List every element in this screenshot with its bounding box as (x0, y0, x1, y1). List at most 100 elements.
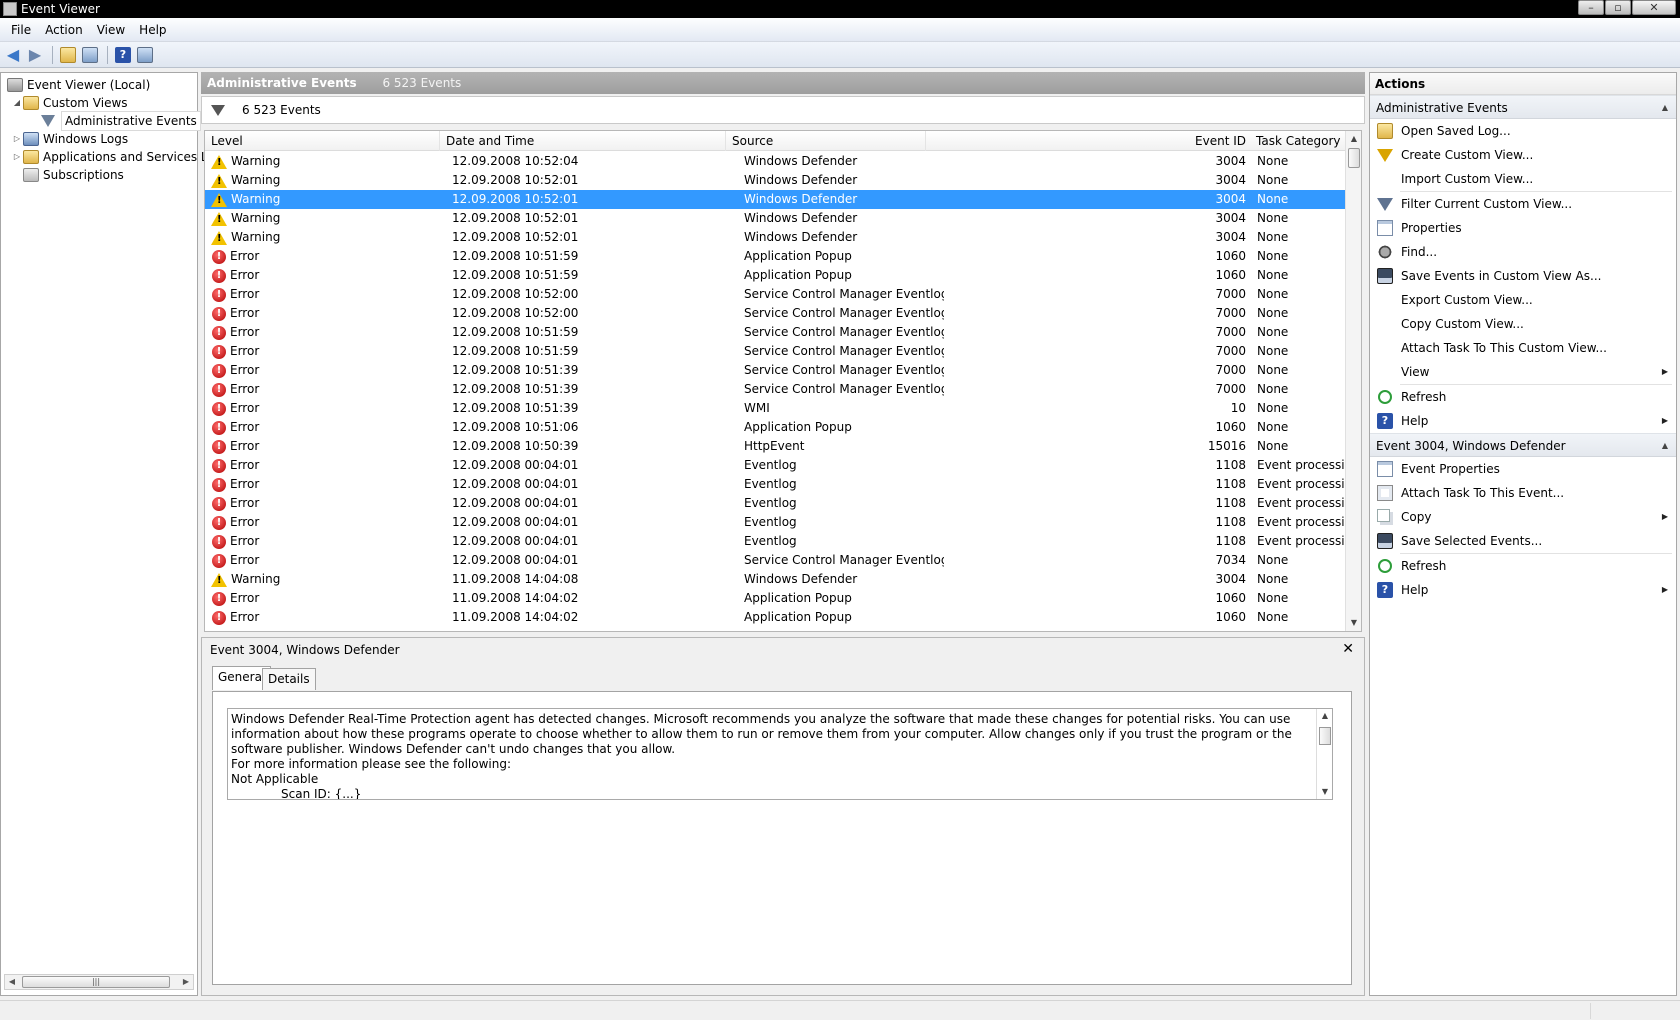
table-row[interactable]: ! Error 12.09.2008 10:50:39 HttpEvent 15016 N… (205, 437, 1346, 456)
tree-item-windows-logs[interactable]: ▷ Windows Logs (11, 130, 128, 148)
menu-action[interactable]: Action (38, 19, 90, 41)
column-header-task-category[interactable]: Task Category (1250, 131, 1346, 151)
action-attach-task-to-this-custom-view[interactable]: Attach Task To This Custom View... (1370, 336, 1676, 360)
table-row[interactable]: Warning 12.09.2008 10:52:01 Windows Defend… (205, 190, 1346, 209)
table-row[interactable]: ! Error 12.09.2008 10:51:39 WMI 10 None (205, 399, 1346, 418)
submenu-arrow-icon: ▶ (1661, 585, 1668, 594)
cell-date-time: 12.09.2008 10:51:59 (452, 268, 579, 282)
table-row[interactable]: ! Error 12.09.2008 00:04:01 Eventlog 1108 Eve… (205, 494, 1360, 513)
actions-section-event[interactable]: Event 3004, Windows Defender ▲ (1370, 433, 1676, 457)
table-row[interactable]: ! Error 12.09.2008 10:51:39 Service Control… (205, 361, 1346, 380)
table-row[interactable]: ! Error 12.09.2008 00:04:01 Service Control… (205, 551, 1346, 570)
table-row[interactable]: ! Error 12.09.2008 00:04:01 Eventlog 1108 Eve… (205, 456, 1360, 475)
action-export-custom-view[interactable]: Export Custom View... (1370, 288, 1676, 312)
expand-arrow-icon[interactable]: ▷ (11, 130, 23, 148)
tree-item-custom-views[interactable]: ◢ Custom Views (11, 94, 128, 112)
action-view[interactable]: View ▶ (1370, 360, 1676, 384)
column-header-source[interactable]: Source (726, 131, 926, 151)
action-copy-custom-view[interactable]: Copy Custom View... (1370, 312, 1676, 336)
scroll-up-icon[interactable]: ▲ (1317, 709, 1332, 723)
cell-date-time: 12.09.2008 10:52:00 (452, 287, 579, 301)
tree-item-administrative-events[interactable]: Administrative Events (41, 111, 201, 131)
column-header-date-time[interactable]: Date and Time (440, 131, 726, 151)
action-refresh[interactable]: Refresh (1370, 385, 1676, 409)
scrollbar-thumb[interactable] (1319, 727, 1331, 745)
tree-item-subscriptions[interactable]: Subscriptions (23, 166, 124, 184)
table-row[interactable]: ! Error 11.09.2008 14:04:02 Application Pop… (205, 608, 1346, 627)
save-icon (1377, 268, 1393, 284)
error-icon: ! (212, 496, 226, 511)
status-bar (0, 1000, 1680, 1020)
show-hide-action-pane-button[interactable] (135, 45, 155, 65)
tree-item-applications-and-services-logs[interactable]: ▷ Applications and Services Lo (11, 148, 215, 166)
help-button[interactable]: ? (113, 45, 133, 65)
expand-arrow-icon[interactable]: ▷ (11, 148, 23, 166)
tree-item-event-viewer-local[interactable]: Event Viewer (Local) (7, 76, 150, 94)
maximize-button[interactable]: ▫ (1605, 0, 1631, 15)
menu-help[interactable]: Help (132, 19, 173, 41)
description-scrollbar[interactable]: ▲ ▼ (1316, 709, 1332, 799)
action-help[interactable]: ? Help ▶ (1370, 578, 1676, 602)
table-row[interactable]: ! Error 12.09.2008 10:51:39 Service Control… (205, 380, 1346, 399)
action-filter-current-custom-view[interactable]: Filter Current Custom View... (1370, 192, 1676, 216)
event-description-box[interactable]: Windows Defender Real-Time Protection ag… (227, 708, 1333, 800)
scroll-down-icon[interactable]: ▼ (1317, 785, 1332, 799)
tree-horizontal-scrollbar[interactable]: ◀ ||| ▶ (4, 974, 194, 990)
table-row[interactable]: ! Error 12.09.2008 00:04:01 Eventlog 1108 Eve… (205, 532, 1360, 551)
action-open-saved-log[interactable]: Open Saved Log... (1370, 119, 1676, 143)
table-vertical-scrollbar[interactable]: ▲ ▼ (1345, 131, 1361, 631)
scrollbar-thumb[interactable] (1348, 148, 1360, 168)
collapse-section-icon[interactable]: ▲ (1662, 434, 1668, 458)
actions-section-administrative-events[interactable]: Administrative Events ▲ (1370, 95, 1676, 119)
collapse-section-icon[interactable]: ▲ (1662, 96, 1668, 120)
table-row[interactable]: ! Error 12.09.2008 10:51:59 Application Pop… (205, 247, 1346, 266)
cell-level: Warning (211, 228, 441, 247)
scroll-down-icon[interactable]: ▼ (1346, 615, 1361, 631)
table-row[interactable]: ! Error 12.09.2008 10:51:59 Service Control… (205, 323, 1346, 342)
action-save-events-in-custom-view-as[interactable]: Save Events in Custom View As... (1370, 264, 1676, 288)
action-copy[interactable]: Copy ▶ (1370, 505, 1676, 529)
table-row[interactable]: ! Error 11.09.2008 14:04:02 Application Pop… (205, 589, 1346, 608)
close-detail-button[interactable]: ✕ (1342, 641, 1354, 657)
back-button[interactable]: ◀ (3, 45, 23, 65)
action-event-properties[interactable]: Event Properties (1370, 457, 1676, 481)
menu-view[interactable]: View (90, 19, 132, 41)
cell-date-time: 12.09.2008 10:51:59 (452, 344, 579, 358)
table-row[interactable]: ! Error 12.09.2008 00:04:01 Eventlog 1108 Eve… (205, 513, 1360, 532)
forward-button[interactable]: ▶ (25, 45, 45, 65)
action-attach-task-to-this-event[interactable]: Attach Task To This Event... (1370, 481, 1676, 505)
table-row[interactable]: Warning 12.09.2008 10:52:01 Windows Defend… (205, 171, 1346, 190)
action-find[interactable]: Find... (1370, 240, 1676, 264)
scroll-left-icon[interactable]: ◀ (5, 975, 19, 989)
show-hide-console-tree-button[interactable] (80, 45, 100, 65)
table-row[interactable]: ! Error 12.09.2008 10:52:00 Service Control… (205, 304, 1346, 323)
scroll-right-icon[interactable]: ▶ (179, 975, 193, 989)
table-row[interactable]: ! Error 12.09.2008 10:52:00 Service Control… (205, 285, 1346, 304)
column-header-event-id[interactable]: Event ID (926, 131, 1250, 151)
action-properties[interactable]: Properties (1370, 216, 1676, 240)
table-row[interactable]: Warning 12.09.2008 10:52:04 Windows Defend… (205, 152, 1346, 171)
action-refresh[interactable]: Refresh (1370, 554, 1676, 578)
action-import-custom-view[interactable]: Import Custom View... (1370, 167, 1676, 191)
cell-event-id: 3004 (1215, 173, 1246, 187)
collapse-arrow-icon[interactable]: ◢ (11, 94, 23, 112)
tab-details[interactable]: Details (262, 668, 316, 690)
menu-file[interactable]: File (4, 19, 38, 41)
close-window-button[interactable]: ✕ (1632, 0, 1676, 15)
scrollbar-thumb[interactable]: ||| (22, 976, 170, 988)
cell-event-id: 1060 (1215, 591, 1246, 605)
table-row[interactable]: Warning 12.09.2008 10:52:01 Windows Defend… (205, 209, 1346, 228)
action-help[interactable]: ? Help ▶ (1370, 409, 1676, 433)
scroll-up-icon[interactable]: ▲ (1346, 131, 1361, 147)
action-save-selected-events[interactable]: Save Selected Events... (1370, 529, 1676, 553)
minimize-button[interactable]: – (1578, 0, 1604, 15)
table-row[interactable]: Warning 12.09.2008 10:52:01 Windows Defend… (205, 228, 1346, 247)
table-row[interactable]: Warning 11.09.2008 14:04:08 Windows Defend… (205, 570, 1346, 589)
table-row[interactable]: ! Error 12.09.2008 00:04:01 Eventlog 1108 Eve… (205, 475, 1360, 494)
table-row[interactable]: ! Error 12.09.2008 10:51:59 Application Pop… (205, 266, 1346, 285)
action-create-custom-view[interactable]: Create Custom View... (1370, 143, 1676, 167)
table-row[interactable]: ! Error 12.09.2008 10:51:06 Application Pop… (205, 418, 1346, 437)
column-header-level[interactable]: Level (205, 131, 440, 151)
table-row[interactable]: ! Error 12.09.2008 10:51:59 Service Control… (205, 342, 1346, 361)
up-one-level-button[interactable] (58, 45, 78, 65)
